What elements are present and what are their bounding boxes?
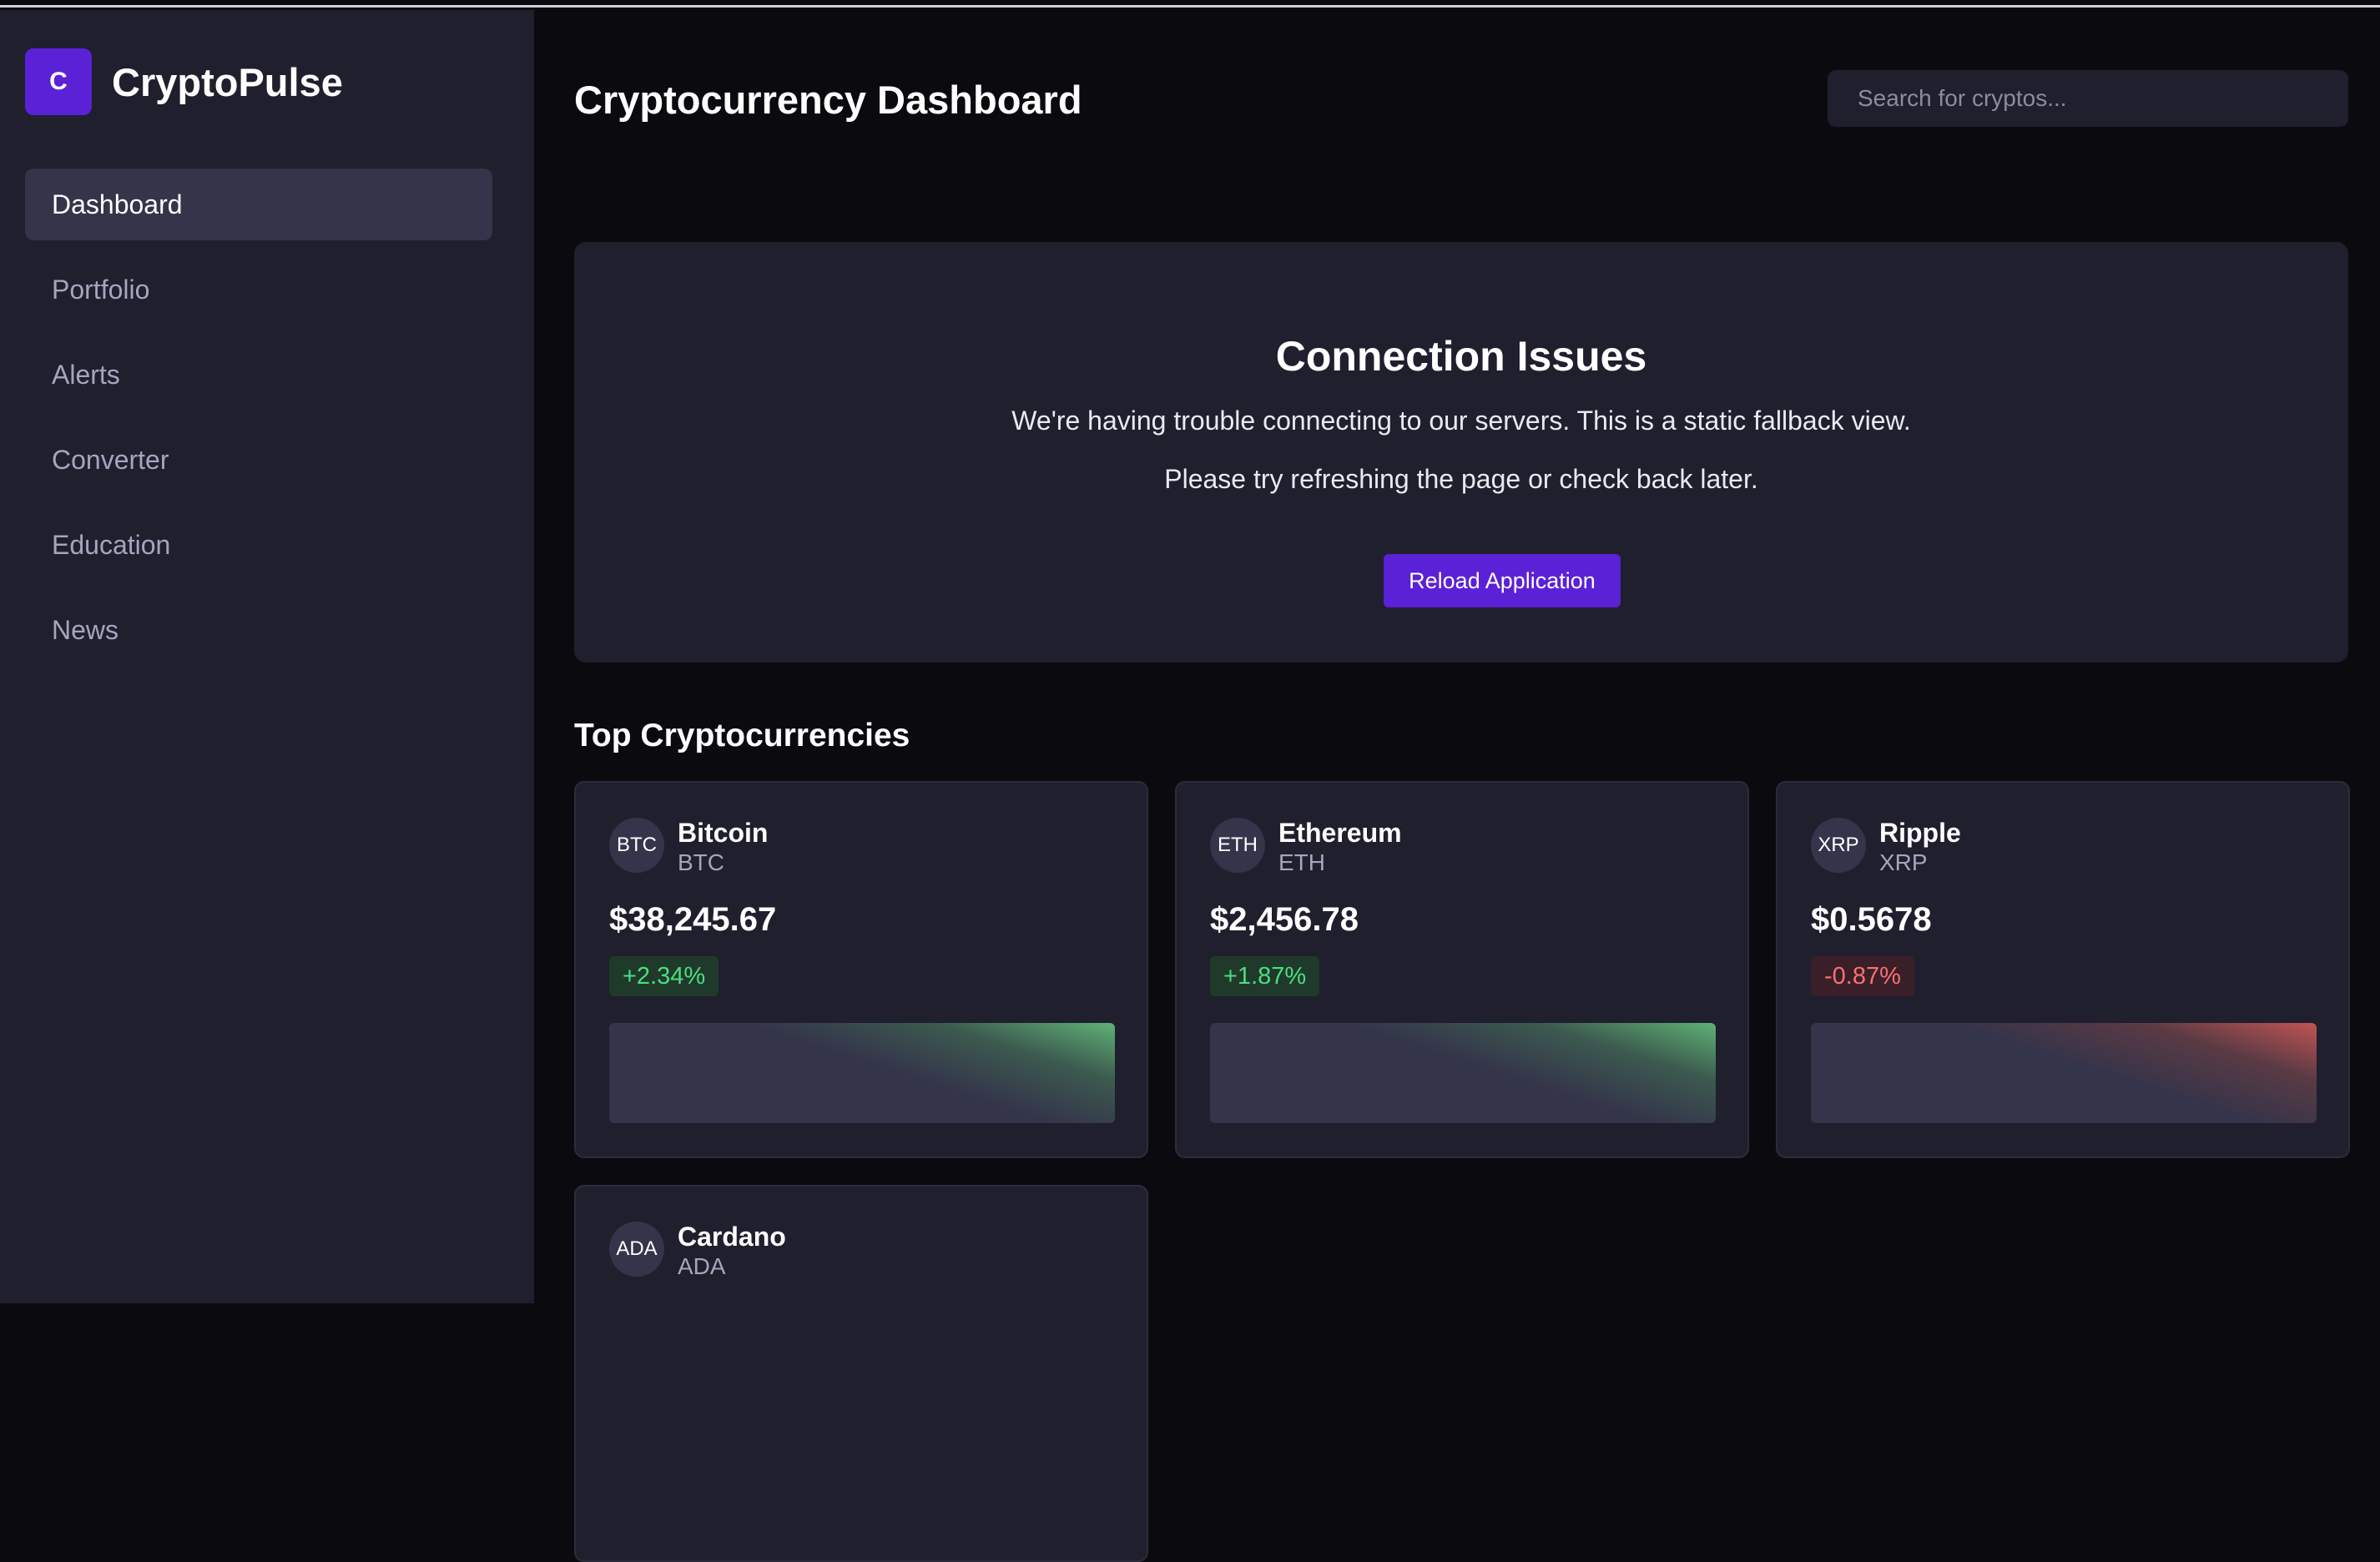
coin-symbol: BTC — [678, 849, 724, 875]
app-name: CryptoPulse — [112, 59, 343, 104]
coin-price: $38,245.67 — [609, 901, 777, 938]
sidebar-item-alerts[interactable]: Alerts — [25, 339, 492, 411]
coin-price: $2,456.78 — [1210, 901, 1359, 938]
coin-symbol: XRP — [1879, 849, 1928, 875]
connection-alert: Connection Issues We're having trouble c… — [574, 242, 2348, 663]
logo-icon: C — [25, 48, 92, 115]
sidebar-item-dashboard[interactable]: Dashboard — [25, 169, 492, 240]
alert-message: We're having trouble connecting to our s… — [1011, 406, 1911, 436]
coin-name: Cardano — [678, 1222, 786, 1252]
coin-name: Bitcoin — [678, 818, 769, 848]
eth-icon: ETH — [1210, 818, 1265, 873]
coin-card-ada[interactable]: ADA Cardano ADA — [574, 1185, 1148, 1562]
sidebar: C CryptoPulse Dashboard Portfolio Alerts… — [0, 10, 534, 1303]
alert-title: Connection Issues — [1275, 333, 1647, 380]
coin-name: Ethereum — [1278, 818, 1402, 848]
sidebar-nav: Dashboard Portfolio Alerts Converter Edu… — [25, 169, 492, 679]
search-input[interactable] — [1828, 70, 2348, 127]
xrp-icon: XRP — [1811, 818, 1866, 873]
coin-symbol: ETH — [1278, 849, 1325, 875]
sidebar-item-education[interactable]: Education — [25, 509, 492, 581]
coin-card-btc[interactable]: BTC Bitcoin BTC $38,245.67 +2.34% — [574, 781, 1148, 1158]
coin-change-badge: -0.87% — [1811, 956, 1914, 996]
coin-card-xrp[interactable]: XRP Ripple XRP $0.5678 -0.87% — [1776, 781, 2350, 1158]
coin-sparkline — [1811, 1023, 2317, 1123]
coin-change-badge: +1.87% — [1210, 956, 1320, 996]
ada-icon: ADA — [609, 1222, 664, 1277]
section-title: Top Cryptocurrencies — [574, 718, 910, 753]
alert-hint: Please try refreshing the page or check … — [1164, 464, 1758, 494]
coin-card-eth[interactable]: ETH Ethereum ETH $2,456.78 +1.87% — [1175, 781, 1749, 1158]
coin-sparkline — [1210, 1023, 1716, 1123]
coin-symbol: ADA — [678, 1253, 726, 1279]
coin-change-badge: +2.34% — [609, 956, 719, 996]
brand[interactable]: C CryptoPulse — [25, 48, 343, 115]
reload-button[interactable]: Reload Application — [1384, 554, 1621, 607]
coin-sparkline — [609, 1023, 1115, 1123]
coin-name: Ripple — [1879, 818, 1961, 848]
coin-price: $0.5678 — [1811, 901, 1932, 938]
window-top-border — [0, 0, 2380, 8]
btc-icon: BTC — [609, 818, 664, 873]
main-content: Cryptocurrency Dashboard Connection Issu… — [534, 10, 2380, 1562]
sidebar-item-converter[interactable]: Converter — [25, 424, 492, 496]
page-title: Cryptocurrency Dashboard — [574, 78, 1082, 122]
sidebar-item-news[interactable]: News — [25, 594, 492, 666]
sidebar-item-portfolio[interactable]: Portfolio — [25, 254, 492, 325]
